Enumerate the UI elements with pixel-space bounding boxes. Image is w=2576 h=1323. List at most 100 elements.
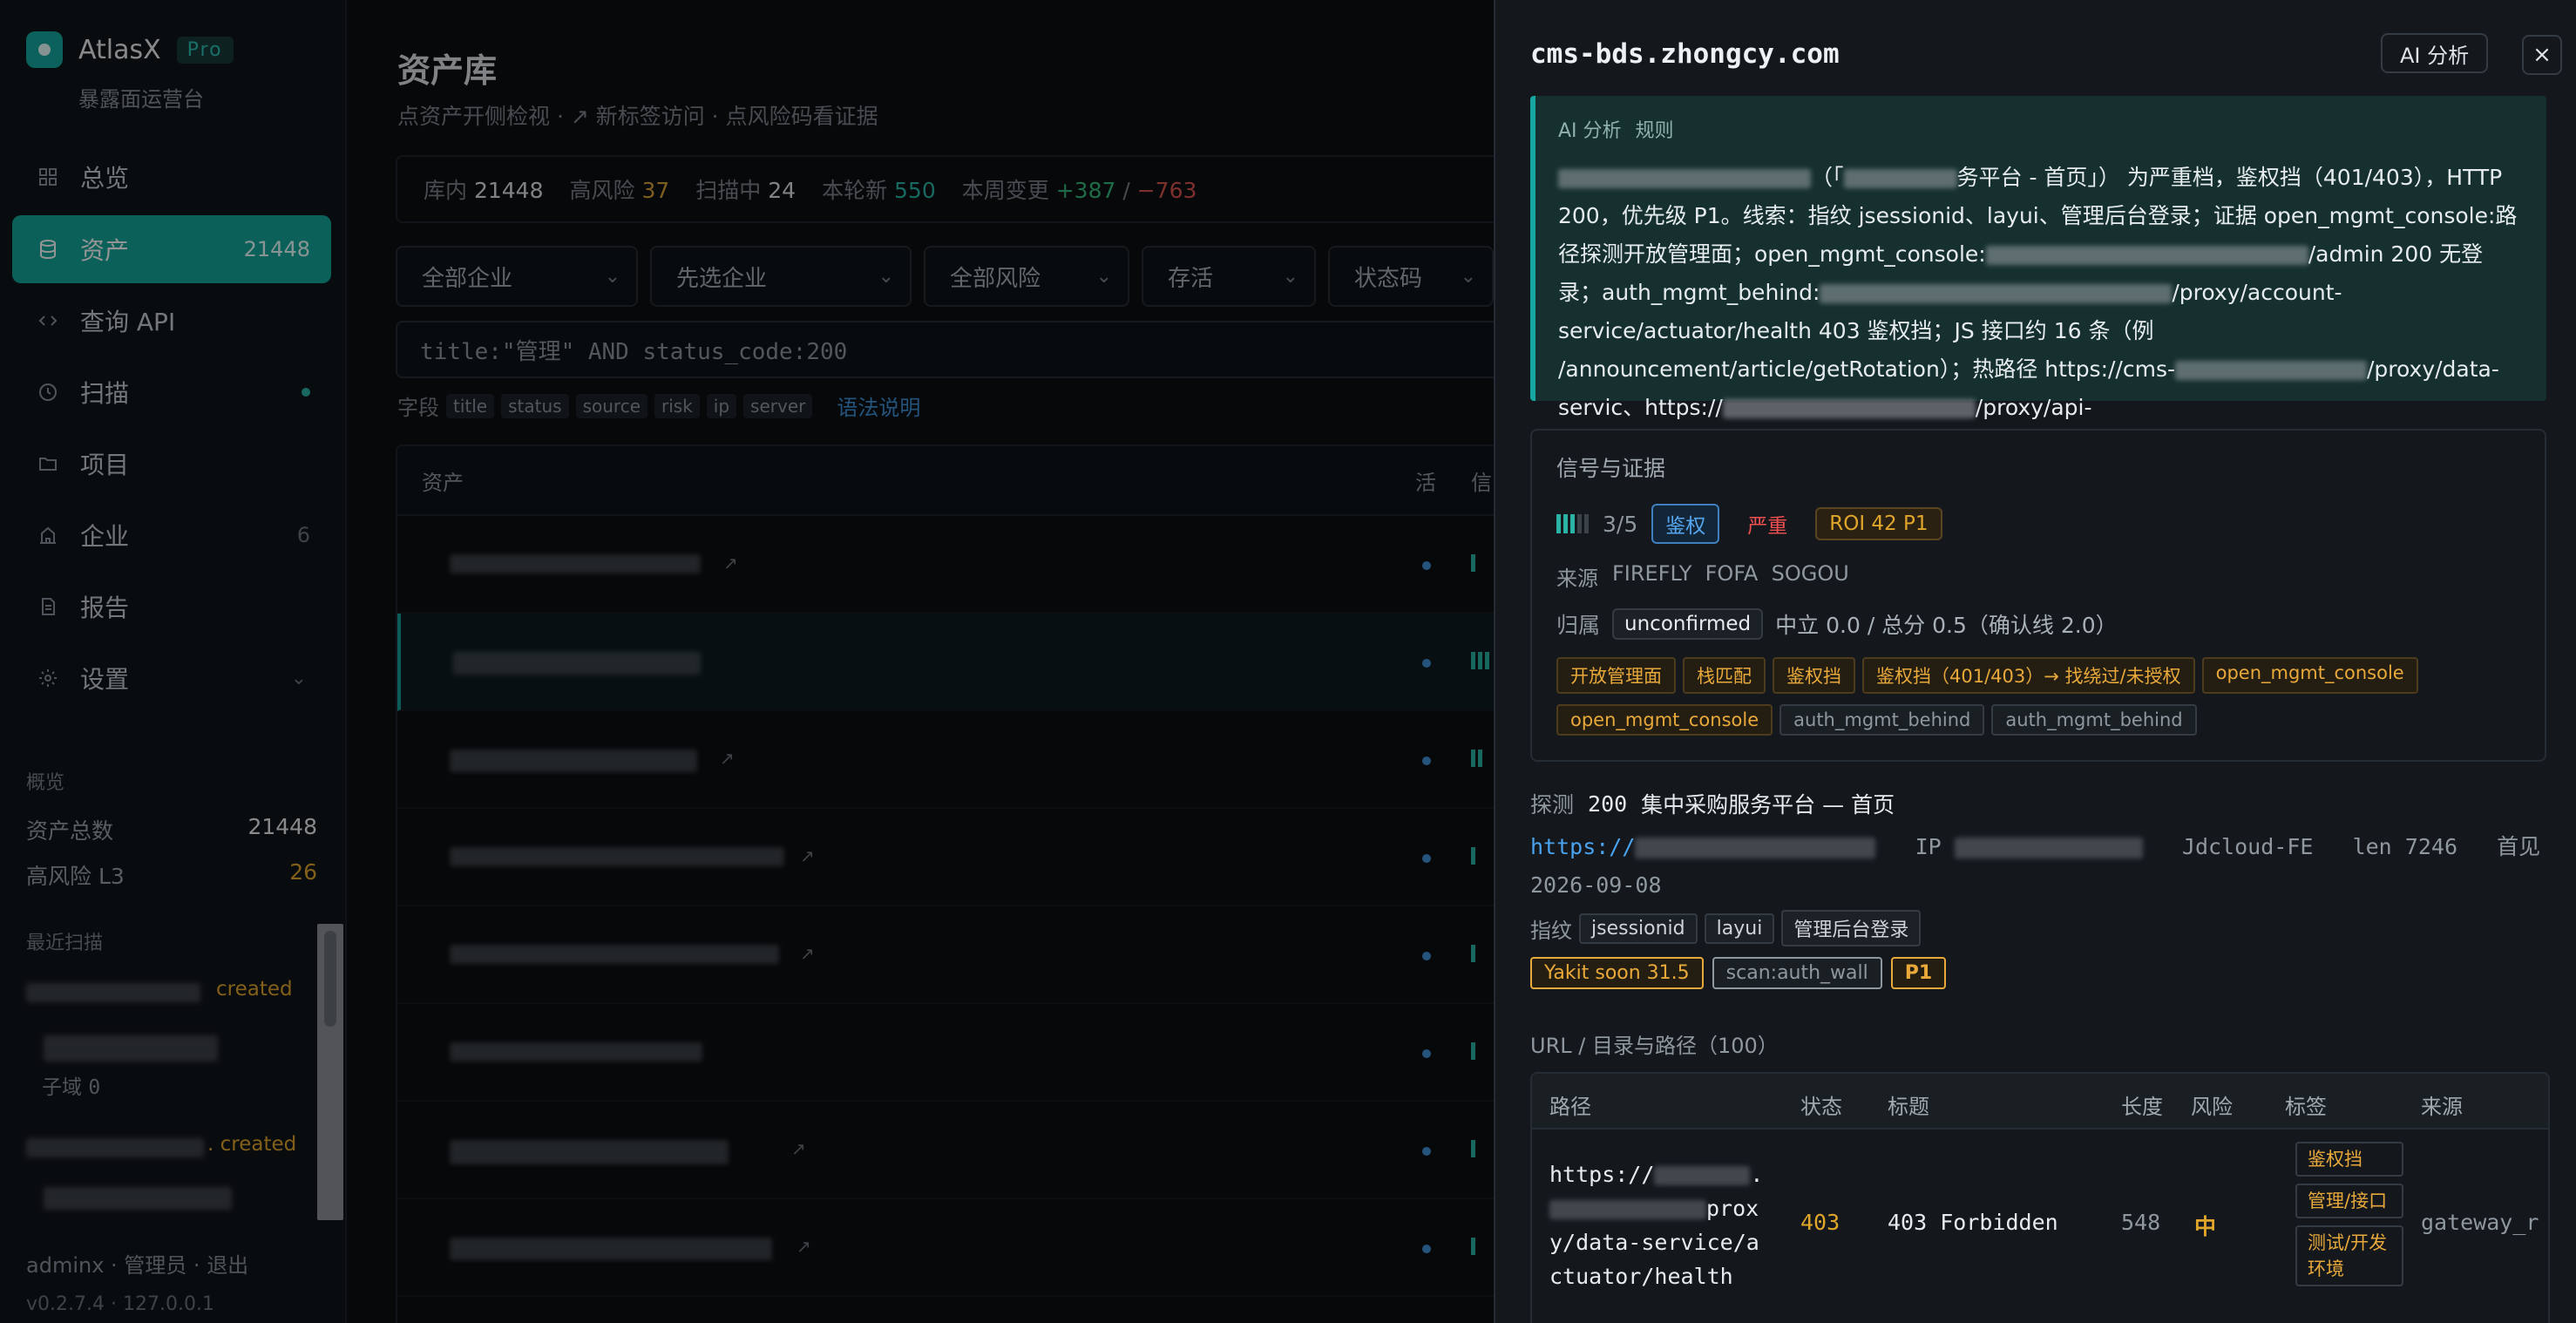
stat-weekly-change: 本周变更 +387 / −763 <box>961 178 1197 203</box>
alive-dot <box>1422 1049 1431 1058</box>
evidence-chip[interactable]: auth_mgmt_behind <box>1991 704 2197 736</box>
ai-analysis-button[interactable]: AI 分析 <box>2381 33 2489 73</box>
signal-bars <box>1471 1238 1475 1255</box>
evidence-chip[interactable]: 鉴权挡 <box>1773 657 1855 694</box>
url-status: 403 <box>1800 1210 1840 1235</box>
probe-tag[interactable]: Yakit soon 31.5 <box>1530 957 1704 989</box>
signals-title: 信号与证据 <box>1556 456 1666 481</box>
folder-icon <box>35 451 61 477</box>
external-link-icon[interactable]: ↗ <box>797 1236 811 1257</box>
syntax-help-link[interactable]: 语法说明 <box>837 390 920 421</box>
table-row[interactable]: ↗ <box>397 711 1527 809</box>
fingerprint-tag[interactable]: layui <box>1704 913 1775 944</box>
sidebar-item-overview[interactable]: 总览 <box>12 143 331 211</box>
probe-tag[interactable]: scan:auth_wall <box>1712 957 1882 989</box>
sidebar-item-label: 报告 <box>80 594 130 622</box>
sidebar-item-companies[interactable]: 企业 6 <box>12 501 331 569</box>
probe-status: 200 <box>1588 790 1628 817</box>
external-link-icon[interactable]: ↗ <box>723 553 738 573</box>
evidence-chip[interactable]: 鉴权挡（401/403）→ 找绕过/未授权 <box>1862 657 2195 694</box>
close-button[interactable]: × <box>2522 35 2562 75</box>
grid-icon <box>35 164 61 190</box>
stats-bar: 库内 21448 高风险 37 扫描中 24 本轮新 550 本周变更 +387… <box>396 155 1529 223</box>
table-row[interactable]: https://. prox y/data-service/a ctuator/… <box>1532 1130 2548 1323</box>
probe-url[interactable]: https:// <box>1530 834 1876 859</box>
evidence-chip[interactable]: 开放管理面 <box>1556 657 1676 694</box>
url-path[interactable]: https://. prox y/data-service/a ctuator/… <box>1549 1157 1767 1293</box>
user-role: 管理员 <box>124 1253 187 1278</box>
current-user: adminx <box>26 1253 105 1278</box>
evidence-chip[interactable]: auth_mgmt_behind <box>1779 704 1985 736</box>
signal-bars <box>1471 1140 1475 1157</box>
redacted-text <box>26 983 200 1002</box>
table-row[interactable]: ↗ <box>397 1102 1527 1199</box>
evidence-chip[interactable]: 栈匹配 <box>1683 657 1766 694</box>
field-tag[interactable]: server <box>743 393 813 418</box>
status-code-filter[interactable]: 状态码 ⌄ <box>1328 246 1494 307</box>
table-row[interactable]: ↗ <box>397 809 1527 906</box>
overview-high-risk: 高风险 L3 26 <box>26 859 317 889</box>
page-title: 资产库 <box>397 51 498 90</box>
ownership-status[interactable]: unconfirmed <box>1612 608 1764 640</box>
brand[interactable]: AtlasX Pro <box>26 31 234 68</box>
probe-tag[interactable]: P1 <box>1890 957 1947 989</box>
field-tag[interactable]: source <box>575 393 647 418</box>
app-logo-icon <box>26 31 63 68</box>
scrollbar[interactable] <box>317 924 343 1220</box>
chevron-down-icon[interactable]: ⌄ <box>291 668 307 689</box>
url-risk[interactable]: 中 <box>2194 1210 2216 1241</box>
table-row[interactable]: ↗ <box>397 906 1527 1004</box>
external-link-icon[interactable]: ↗ <box>720 748 735 769</box>
url-tag[interactable]: 管理/接口 <box>2295 1184 2403 1218</box>
sidebar-item-assets[interactable]: 资产 21448 <box>12 215 331 283</box>
app-subtitle: 暴露面运营台 <box>78 87 204 112</box>
signal-bars <box>1471 750 1482 767</box>
external-link-icon[interactable]: ↗ <box>791 1138 806 1159</box>
scan-status: . created <box>207 1133 297 1156</box>
recent-scans-list: created 子域 0 . created <box>0 959 347 1220</box>
table-row[interactable]: ↗ <box>397 516 1527 614</box>
probe-details: https:// IP Jdcloud-FE len 7246 首见 2026-… <box>1530 834 2541 898</box>
company-select[interactable]: 先选企业 ⌄ <box>650 246 912 307</box>
overview-total-assets: 资产总数 21448 <box>26 814 317 844</box>
sidebar-item-label: 设置 <box>80 665 130 694</box>
table-row[interactable] <box>397 1004 1527 1102</box>
scrollbar-thumb[interactable] <box>324 931 336 1027</box>
table-row[interactable] <box>397 614 1527 711</box>
external-link-icon[interactable]: ↗ <box>800 943 815 964</box>
url-tag[interactable]: 鉴权挡 <box>2295 1142 2403 1177</box>
sidebar-item-settings[interactable]: 设置 ⌄ <box>12 644 331 712</box>
sidebar-item-scan[interactable]: 扫描 <box>12 358 331 426</box>
field-tag[interactable]: risk <box>654 393 700 418</box>
probe-first-seen: 2026-09-08 <box>1530 872 1662 898</box>
sidebar-item-query-api[interactable]: 查询 API <box>12 287 331 355</box>
company-filter[interactable]: 全部企业 ⌄ <box>396 246 638 307</box>
url-length: 548 <box>2121 1210 2161 1235</box>
sidebar-item-projects[interactable]: 项目 <box>12 430 331 498</box>
fingerprint-tag[interactable]: 管理后台登录 <box>1781 910 1922 946</box>
risk-filter[interactable]: 全部风险 ⌄ <box>924 246 1129 307</box>
signal-bars <box>1471 554 1475 572</box>
logout-link[interactable]: 退出 <box>207 1253 248 1278</box>
code-icon <box>35 308 61 334</box>
query-input[interactable]: title:"管理" AND status_code:200 <box>396 321 1529 378</box>
auth-badge[interactable]: 鉴权 <box>1651 504 1720 544</box>
evidence-chip[interactable]: open_mgmt_console <box>1556 704 1773 736</box>
field-tag[interactable]: ip <box>706 393 737 418</box>
field-tag[interactable]: title <box>446 393 495 418</box>
alive-filter[interactable]: 存活 ⌄ <box>1142 246 1316 307</box>
roi-badge: ROI 42 P1 <box>1815 507 1942 540</box>
field-tag[interactable]: status <box>501 393 569 418</box>
url-tag[interactable]: 测试/开发环境 <box>2295 1225 2403 1286</box>
external-link-icon[interactable]: ↗ <box>800 845 815 866</box>
sidebar-footer: adminx · 管理员 · 退出 <box>26 1253 249 1278</box>
query-fields: 字段 title status source risk ip server 语法… <box>397 390 920 421</box>
sidebar-item-reports[interactable]: 报告 <box>12 573 331 641</box>
evidence-chip[interactable]: open_mgmt_console <box>2201 657 2418 694</box>
fingerprints-row: 指纹 jsessionid layui 管理后台登录 <box>1530 910 1922 946</box>
table-row[interactable]: ↗ <box>397 1199 1527 1297</box>
fingerprint-tag[interactable]: jsessionid <box>1579 913 1698 944</box>
sidebar-item-count: 21448 <box>243 237 310 261</box>
signal-strength-icon <box>1556 514 1589 533</box>
signal-score: 3/5 <box>1603 511 1638 537</box>
